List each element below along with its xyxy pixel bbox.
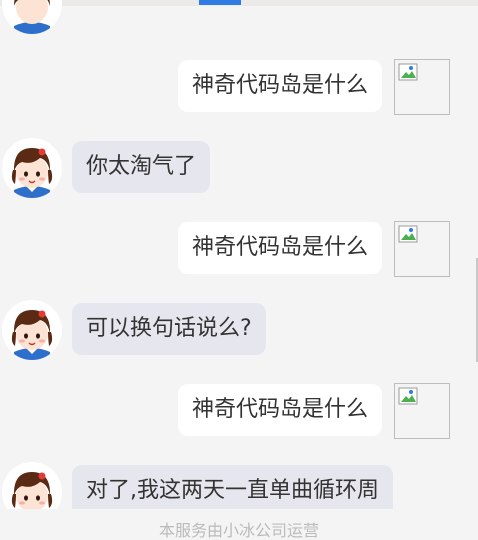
girl-face-icon — [2, 300, 62, 360]
chat-window: 神奇代码岛是什么 你太淘气了 神奇代码岛是什么 可以换句话说么? 神奇代码岛是什… — [0, 0, 478, 540]
girl-face-icon — [2, 0, 62, 34]
user-message-bubble: 神奇代码岛是什么 — [177, 60, 382, 112]
message-list[interactable]: 神奇代码岛是什么 你太淘气了 神奇代码岛是什么 可以换句话说么? 神奇代码岛是什… — [0, 0, 478, 509]
girl-face-icon — [2, 462, 62, 509]
girl-face-icon — [2, 138, 62, 198]
user-avatar-broken-image-icon — [394, 383, 450, 439]
bot-message-bubble: 可以换句话说么? — [72, 303, 266, 355]
user-message-bubble: 神奇代码岛是什么 — [177, 384, 382, 436]
bot-message-bubble: 你太淘气了 — [72, 141, 211, 193]
bot-avatar — [2, 138, 62, 198]
service-footer: 本服务由小冰公司运营 — [0, 509, 478, 540]
user-avatar-broken-image-icon — [394, 221, 450, 277]
bot-avatar — [2, 462, 62, 509]
user-message-bubble: 神奇代码岛是什么 — [177, 222, 382, 274]
user-avatar-broken-image-icon — [394, 59, 450, 115]
bot-avatar — [2, 300, 62, 360]
bot-avatar — [2, 0, 62, 34]
bot-message-bubble: 对了,我这两天一直单曲循环周 — [72, 465, 393, 509]
